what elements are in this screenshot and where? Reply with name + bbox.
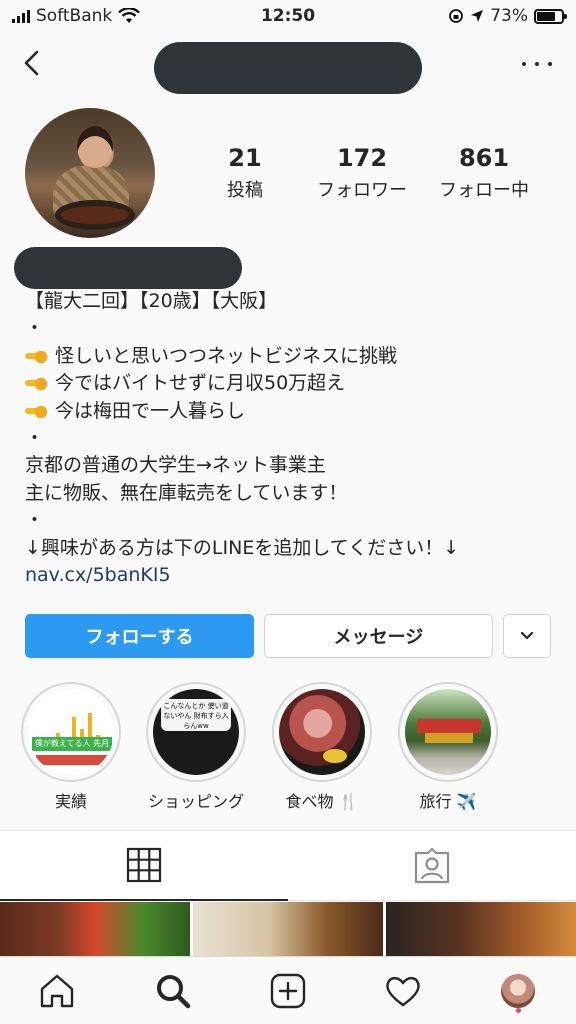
nav-new-post[interactable] <box>268 971 308 1011</box>
highlight-travel[interactable]: 旅行 ✈️ <box>398 682 498 812</box>
pointing-hand-icon <box>25 402 51 419</box>
bio-dot: ・ <box>25 317 45 340</box>
highlight-ring <box>272 682 372 782</box>
avatar-plate <box>55 200 135 230</box>
action-buttons: フォローする メッセージ <box>25 614 551 659</box>
bio-line: 今は梅田で一人暮らし <box>25 398 565 425</box>
tagged-person-icon <box>414 847 450 883</box>
battery-icon <box>534 8 567 24</box>
pointing-hand-icon <box>25 374 51 391</box>
back-button[interactable] <box>18 48 48 78</box>
more-dot <box>522 62 526 66</box>
posts-count: 21 <box>228 144 262 172</box>
profile-avatar[interactable] <box>25 108 155 238</box>
heart-icon <box>386 976 420 1007</box>
status-right: 73% <box>448 6 567 26</box>
stat-followers[interactable]: 172 フォロワー <box>310 144 414 202</box>
grid-icon <box>126 847 162 883</box>
bio-text: 怪しいと思いつつネットビジネスに挑戦 <box>55 344 398 367</box>
followers-count: 172 <box>336 144 388 172</box>
pointing-hand-icon <box>25 347 51 364</box>
highlight-cover: こんなんとか 使い道ないやん 財布すら入らんww <box>153 689 239 775</box>
bio-line: 京都の普通の大学生→ネット事業主 <box>25 454 326 477</box>
following-label: フォロー中 <box>439 180 529 201</box>
avatar-head <box>77 126 113 168</box>
bio-text: 今ではバイトせずに月収50万超え <box>55 372 346 395</box>
location-icon <box>471 10 484 22</box>
status-bar: SoftBank 12:50 73% <box>0 0 576 34</box>
nav-home[interactable] <box>37 971 77 1011</box>
highlight-cover-sign <box>425 733 473 743</box>
nav-activity[interactable] <box>383 971 423 1011</box>
highlight-ring <box>398 682 498 782</box>
redacted-display-name <box>14 247 242 289</box>
bottom-nav <box>0 956 576 1024</box>
profile-bio: 【龍大二回】【20歳】【大阪】 ・ 怪しいと思いつつネットビジネスに挑戦 今では… <box>25 288 565 589</box>
highlight-cover-note: こんなんとか 使い道ないやん 財布すら入らんww <box>161 699 231 731</box>
follow-button[interactable]: フォローする <box>25 614 254 658</box>
profile-header <box>0 34 576 106</box>
bio-line: 【龍大二回】【20歳】【大阪】 <box>25 290 278 312</box>
highlight-label: 食べ物 🍴 <box>285 792 359 811</box>
new-post-icon <box>270 973 306 1009</box>
highlight-shopping[interactable]: こんなんとか 使い道ないやん 財布すら入らんww ショッピング <box>146 682 246 812</box>
bio-line: 怪しいと思いつつネットビジネスに挑戦 <box>25 343 565 370</box>
notification-dot <box>516 1008 521 1013</box>
suggestions-button[interactable] <box>503 614 551 658</box>
highlight-ring: 僕が教えてる人 先月行ききった <box>21 682 121 782</box>
battery-fill <box>537 11 555 21</box>
bio-text: 今は梅田で一人暮らし <box>55 399 246 422</box>
stat-posts: 21 投稿 <box>180 144 310 202</box>
highlight-results[interactable]: 僕が教えてる人 先月行ききった 実績 <box>21 682 121 812</box>
highlight-cover-strip <box>36 755 108 765</box>
chevron-down-icon <box>520 631 534 640</box>
profile-tabs <box>0 830 576 901</box>
redacted-username <box>154 42 422 94</box>
post-thumbnail[interactable] <box>0 902 190 956</box>
story-highlights: 僕が教えてる人 先月行ききった 実績 こんなんとか 使い道ないやん 財布すら入ら… <box>0 682 576 822</box>
battery-percent: 73% <box>490 6 528 26</box>
tab-tagged[interactable] <box>288 831 576 901</box>
highlight-label: 旅行 ✈️ <box>419 792 477 811</box>
highlight-cover: 僕が教えてる人 先月行ききった <box>28 689 114 775</box>
more-dot <box>548 62 552 66</box>
highlight-food[interactable]: 食べ物 🍴 <box>272 682 372 812</box>
profile-avatar-icon <box>501 974 535 1008</box>
rotation-lock-icon <box>449 9 464 23</box>
more-dot <box>535 62 539 66</box>
highlight-ring: こんなんとか 使い道ないやん 財布すら入らんww <box>146 682 246 782</box>
post-thumbnail[interactable] <box>193 902 383 956</box>
following-count: 861 <box>458 144 510 172</box>
post-thumbnail[interactable] <box>386 902 576 956</box>
bio-line: 今ではバイトせずに月収50万超え <box>25 370 565 397</box>
stat-following[interactable]: 861 フォロー中 <box>414 144 554 202</box>
search-icon <box>157 975 191 1009</box>
bio-link[interactable]: nav.cx/5banKI5 <box>25 562 565 589</box>
bio-dot: ・ <box>25 509 45 532</box>
bio-line: ↓興味がある方は下のLINEを追加してください！↓ <box>25 536 460 559</box>
highlight-cover <box>279 689 365 775</box>
message-button[interactable]: メッセージ <box>264 614 493 658</box>
posts-grid <box>0 900 576 956</box>
followers-label: フォロワー <box>317 180 407 201</box>
bio-line: 主に物販、無在庫転売をしています！ <box>25 481 348 504</box>
highlight-cover-text: 僕が教えてる人 先月行ききった <box>32 737 112 762</box>
profile-stats: 21 投稿 172 フォロワー 861 フォロー中 <box>180 144 560 202</box>
highlight-label: 実績 <box>54 792 87 811</box>
tab-grid[interactable] <box>0 831 288 901</box>
nav-profile[interactable] <box>498 971 538 1011</box>
home-icon <box>40 974 74 1008</box>
highlight-cover <box>405 689 491 775</box>
highlight-cover-sign <box>417 719 481 733</box>
posts-label: 投稿 <box>227 180 263 201</box>
bio-dot: ・ <box>25 426 45 449</box>
more-button[interactable] <box>522 54 552 74</box>
nav-search[interactable] <box>153 971 193 1011</box>
highlight-cover-egg <box>323 749 347 763</box>
highlight-label: ショッピング <box>147 792 244 811</box>
